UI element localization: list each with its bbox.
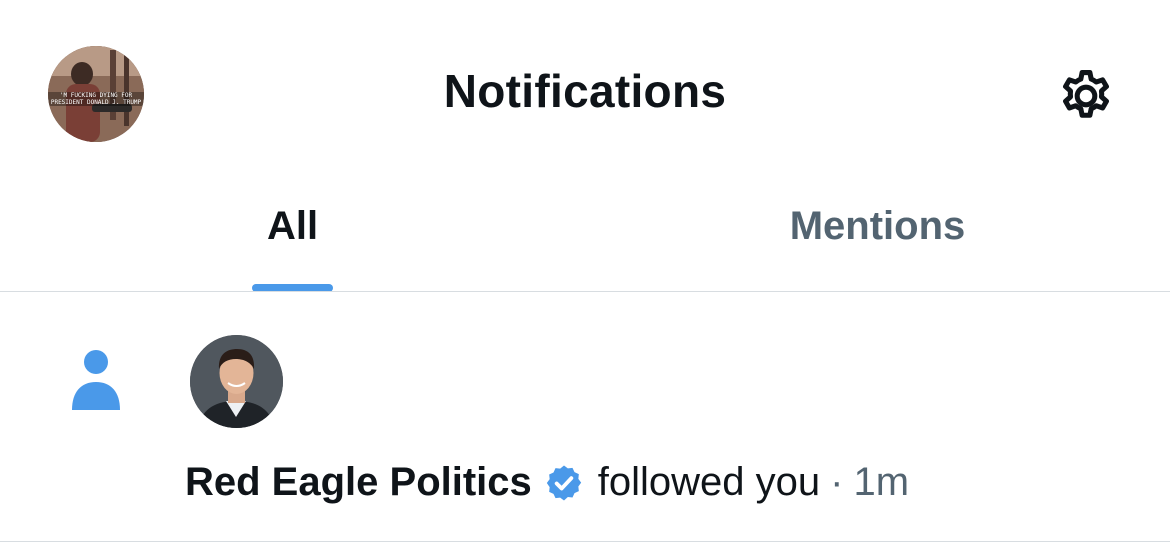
page-title: Notifications — [443, 65, 727, 117]
separator-dot: · — [830, 460, 844, 504]
notification-action-text: followed you — [597, 460, 821, 504]
settings-button[interactable] — [1052, 64, 1120, 128]
gear-icon — [1063, 70, 1109, 118]
notification-item[interactable]: Red Eagle Politics followed you · 1m — [0, 292, 1170, 543]
notification-tabs: All Mentions — [0, 190, 1170, 292]
tab-mentions[interactable]: Mentions — [585, 190, 1170, 292]
notification-timestamp: 1m — [853, 460, 910, 504]
person-icon — [72, 350, 120, 410]
verified-badge-icon — [544, 463, 584, 503]
user-name-link[interactable]: Red Eagle Politics — [185, 460, 532, 505]
follower-photo — [190, 335, 283, 428]
tab-all-label: All — [266, 204, 319, 248]
follower-avatar[interactable] — [190, 335, 283, 428]
header-bar: 'M FUCKING DYING FOR PRESIDENT DONALD J.… — [0, 0, 1170, 190]
divider — [0, 541, 1170, 542]
notification-text: Red Eagle Politics followed you · 1m — [185, 460, 909, 505]
tab-all[interactable]: All — [0, 190, 585, 292]
tab-mentions-label: Mentions — [789, 204, 966, 248]
